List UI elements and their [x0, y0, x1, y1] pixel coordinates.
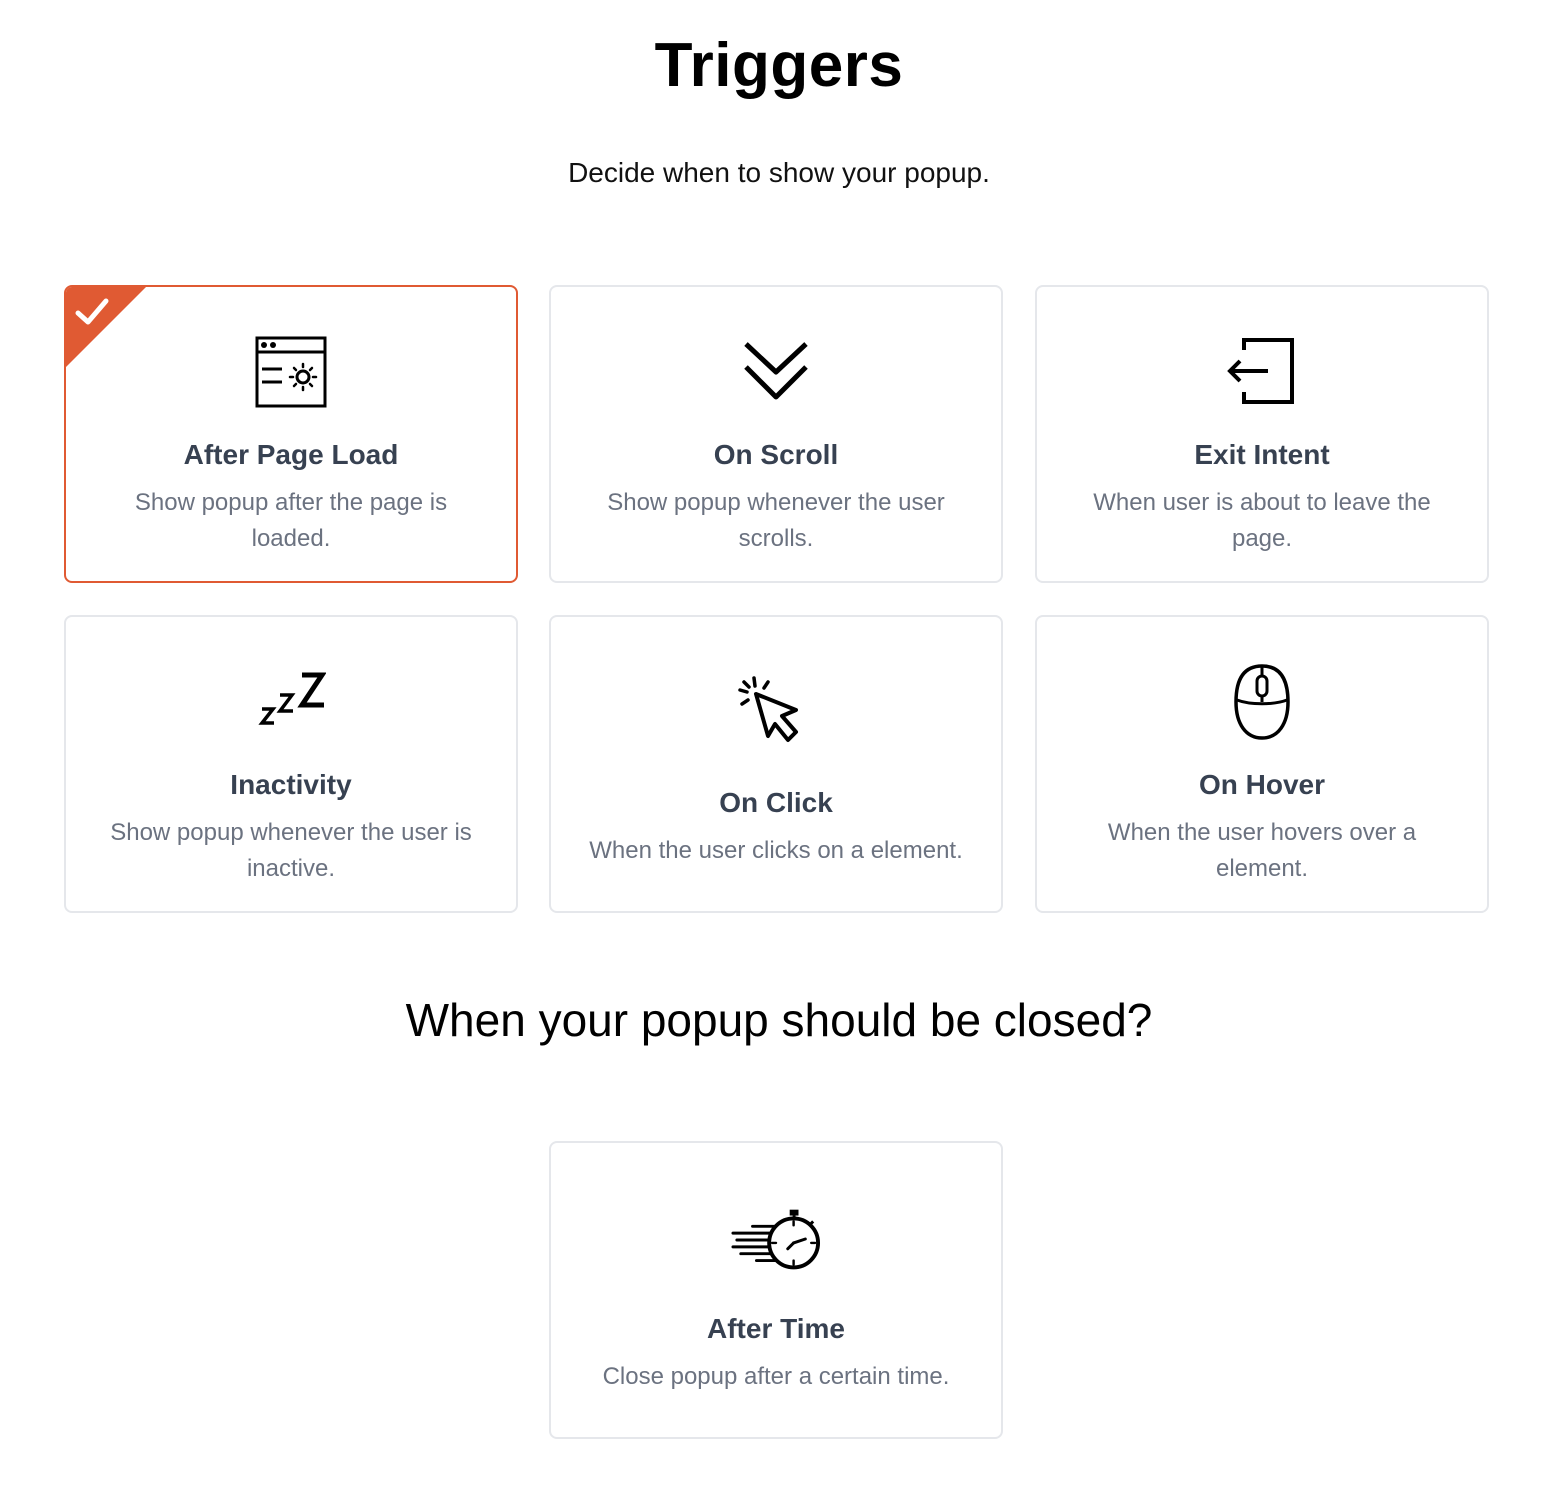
page-subtitle: Decide when to show your popup.: [568, 157, 990, 188]
trigger-description: When user is about to leave the page.: [1093, 489, 1431, 552]
trigger-title: On Scroll: [713, 439, 839, 470]
trigger-description: Show popup whenever the user scrolls.: [607, 489, 945, 552]
page-title: Triggers: [654, 31, 904, 100]
trigger-description: Show popup whenever the user is inactive…: [110, 819, 472, 882]
cursor-click-icon: [731, 669, 821, 759]
close-option-description: Close popup after a certain time.: [602, 1363, 950, 1390]
trigger-card-on-hover[interactable]: On Hover When the user hovers over a ele…: [1035, 615, 1489, 913]
trigger-title: On Hover: [1198, 769, 1326, 800]
mouse-icon: [1217, 657, 1307, 747]
trigger-title: Exit Intent: [1194, 439, 1330, 470]
stopwatch-icon: [731, 1195, 821, 1285]
close-option-title: After Time: [707, 1313, 845, 1344]
trigger-card-on-click[interactable]: On Click When the user clicks on a eleme…: [549, 615, 1003, 913]
trigger-description: When the user hovers over a element.: [1107, 819, 1417, 882]
trigger-description: When the user clicks on a element.: [589, 837, 963, 864]
trigger-card-after-page-load[interactable]: After Page Load Show popup after the pag…: [64, 285, 518, 583]
exit-icon: [1217, 327, 1307, 417]
close-section-title: When your popup should be closed?: [405, 994, 1153, 1046]
trigger-title: After Page Load: [183, 439, 399, 470]
trigger-card-on-scroll[interactable]: On Scroll Show popup whenever the user s…: [549, 285, 1003, 583]
browser-settings-icon: [246, 327, 336, 417]
double-chevron-down-icon: [731, 327, 821, 417]
trigger-title: Inactivity: [230, 769, 352, 800]
trigger-title: On Click: [719, 787, 833, 818]
sleep-zzz-icon: [246, 657, 336, 747]
selected-check-icon: [66, 287, 146, 367]
close-card-after-time[interactable]: After Time Close popup after a certain t…: [549, 1141, 1003, 1439]
trigger-description: Show popup after the page is loaded.: [134, 489, 448, 552]
trigger-card-exit-intent[interactable]: Exit Intent When user is about to leave …: [1035, 285, 1489, 583]
trigger-card-inactivity[interactable]: Inactivity Show popup whenever the user …: [64, 615, 518, 913]
